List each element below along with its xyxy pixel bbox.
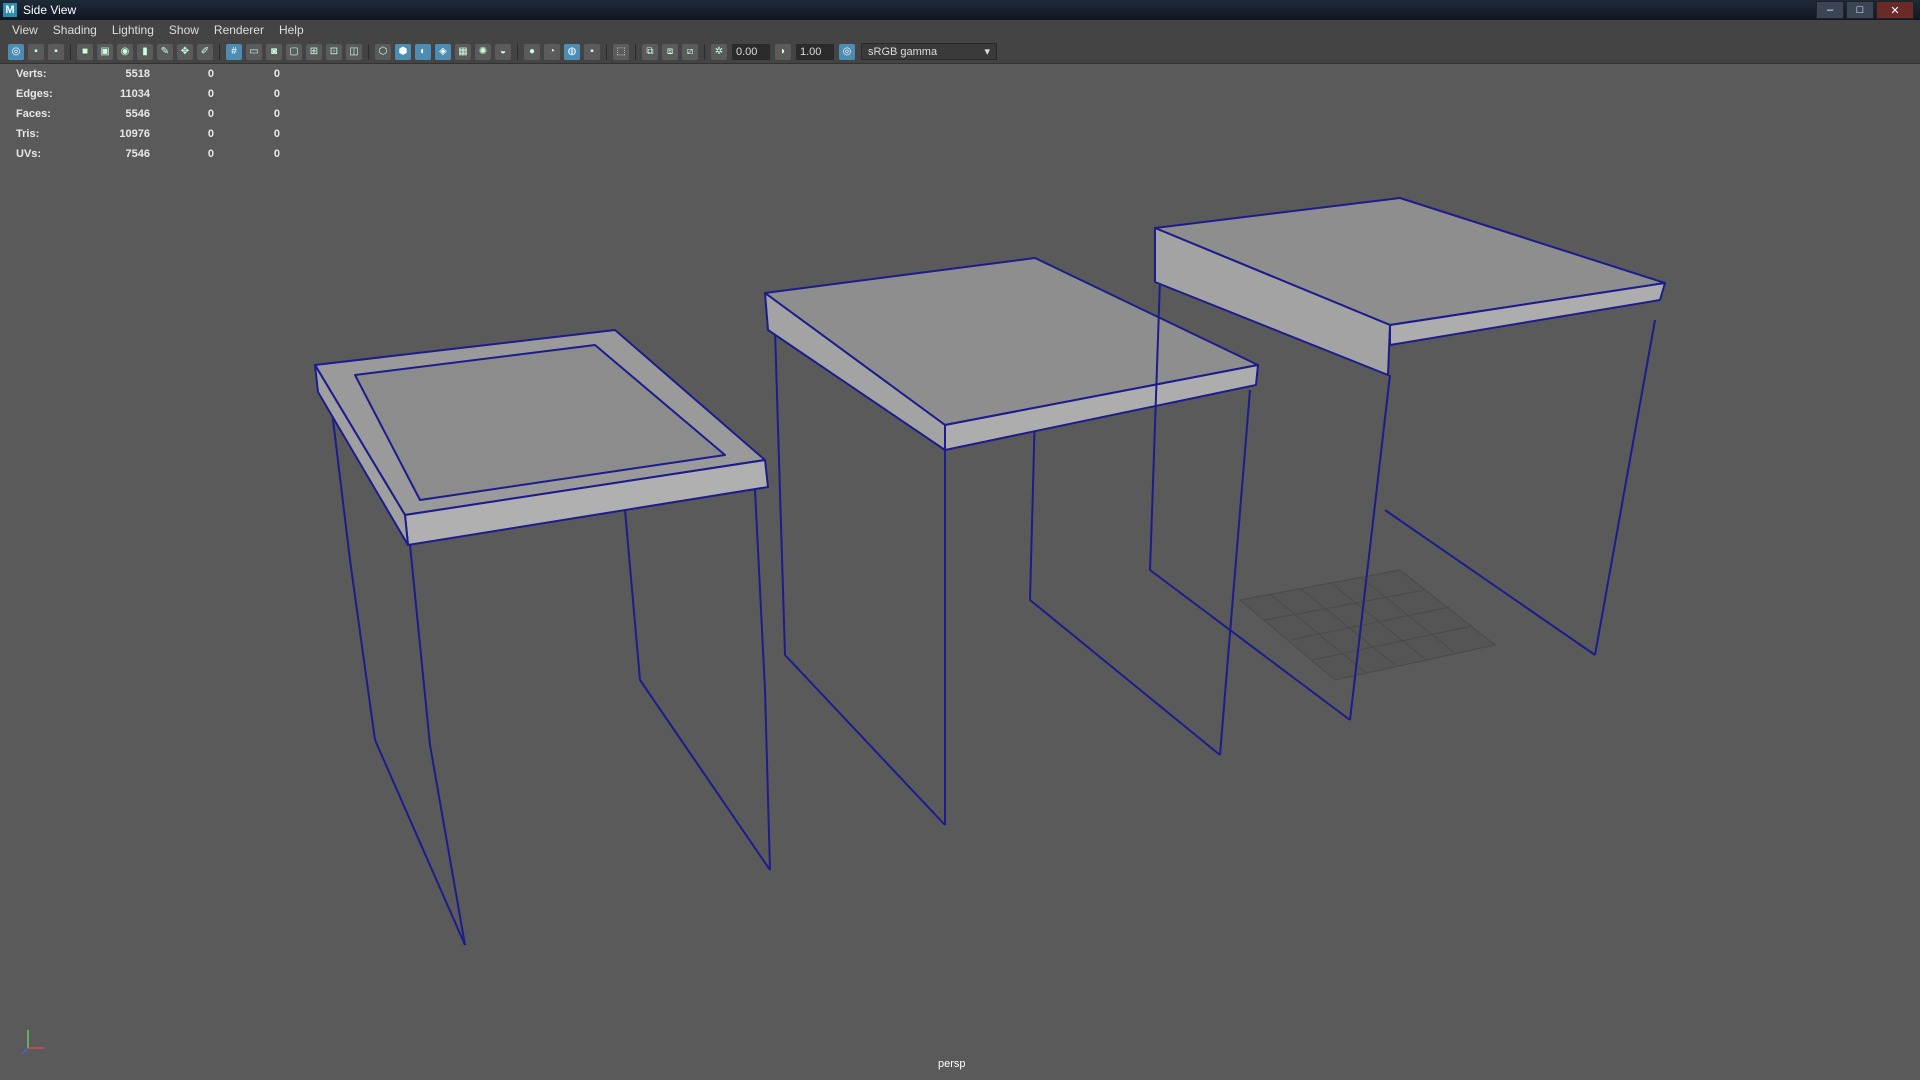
toolbar-divider bbox=[70, 43, 71, 60]
wireframe-on-shaded-icon[interactable]: ◈ bbox=[435, 43, 451, 60]
toolbar-divider bbox=[219, 43, 220, 60]
maximize-button[interactable]: □ bbox=[1846, 1, 1874, 19]
shadows-icon[interactable]: ◒ bbox=[495, 43, 511, 60]
bookmark-icon[interactable]: ▪ bbox=[48, 43, 64, 60]
close-button[interactable]: ✕ bbox=[1876, 1, 1914, 19]
xray-components-icon[interactable]: ⧄ bbox=[682, 43, 698, 60]
menu-lighting[interactable]: Lighting bbox=[106, 23, 163, 37]
viewport[interactable] bbox=[0, 66, 1920, 1080]
safe-title-icon[interactable]: ◫ bbox=[346, 43, 362, 60]
depth-of-field-icon[interactable]: ▪ bbox=[584, 43, 600, 60]
smooth-shade-icon[interactable]: ⬢ bbox=[395, 43, 411, 60]
film-gate-icon[interactable]: ▭ bbox=[246, 43, 262, 60]
panel-toolbar: ◎ ▪ ▪ ■ ▣ ◉ ▮ ✎ ✥ ✐ # ▭ ◙ ▢ ⊞ ⊡ ◫ ⬡ ⬢ ◐ … bbox=[0, 40, 1920, 64]
wireframe-icon[interactable]: ⬡ bbox=[375, 43, 391, 60]
menu-bar: View Shading Lighting Show Renderer Help bbox=[0, 20, 1920, 40]
camera-name-label: persp bbox=[938, 1058, 966, 1070]
chevron-down-icon: ▾ bbox=[984, 46, 990, 58]
gamma-field[interactable]: 1.00 bbox=[796, 43, 834, 60]
toolbar-divider bbox=[704, 43, 705, 60]
toolbar-divider bbox=[368, 43, 369, 60]
xray-icon[interactable]: ⧉ bbox=[642, 43, 658, 60]
grid-icon[interactable]: # bbox=[226, 43, 242, 60]
color-space-value: sRGB gamma bbox=[868, 45, 938, 58]
menu-view[interactable]: View bbox=[6, 23, 47, 37]
window-title: Side View bbox=[23, 3, 77, 17]
grease-pencil-icon[interactable]: ✎ bbox=[157, 43, 173, 60]
gate-mask-icon[interactable]: ▢ bbox=[286, 43, 302, 60]
color-space-dropdown[interactable]: sRGB gamma ▾ bbox=[861, 43, 997, 60]
toolbar-divider bbox=[517, 43, 518, 60]
resolution-gate-icon[interactable]: ◙ bbox=[266, 43, 282, 60]
title-bar: M Side View – □ ✕ bbox=[0, 0, 1920, 20]
menu-renderer[interactable]: Renderer bbox=[208, 23, 273, 37]
ambient-occlusion-icon[interactable]: ● bbox=[524, 43, 540, 60]
menu-shading[interactable]: Shading bbox=[47, 23, 106, 37]
minimize-button[interactable]: – bbox=[1816, 1, 1844, 19]
image-plane-icon[interactable]: ▣ bbox=[97, 43, 113, 60]
lock-camera-icon[interactable]: ▪ bbox=[28, 43, 44, 60]
exposure-field[interactable]: 0.00 bbox=[732, 43, 770, 60]
textured-icon[interactable]: ▦ bbox=[455, 43, 471, 60]
default-material-icon[interactable]: ◐ bbox=[415, 43, 431, 60]
menu-show[interactable]: Show bbox=[163, 23, 208, 37]
table-tray[interactable] bbox=[314, 329, 771, 946]
maya-icon: M bbox=[3, 3, 17, 17]
brush-icon[interactable]: ✐ bbox=[197, 43, 213, 60]
camera-bookmark-icon[interactable]: ◉ bbox=[117, 43, 133, 60]
camera-attributes-icon[interactable]: ■ bbox=[77, 43, 93, 60]
toolbar-divider bbox=[635, 43, 636, 60]
motion-blur-icon[interactable]: ◔ bbox=[544, 43, 560, 60]
xray-joints-icon[interactable]: ⧈ bbox=[662, 43, 678, 60]
menu-help[interactable]: Help bbox=[273, 23, 313, 37]
lights-icon[interactable]: ✺ bbox=[475, 43, 491, 60]
exposure-icon[interactable]: ✲ bbox=[711, 43, 727, 60]
select-camera-icon[interactable]: ◎ bbox=[8, 43, 24, 60]
snap-icon[interactable]: ✥ bbox=[177, 43, 193, 60]
color-management-icon[interactable]: ◎ bbox=[839, 43, 855, 60]
two-d-pan-icon[interactable]: ▮ bbox=[137, 43, 153, 60]
safe-action-icon[interactable]: ⊡ bbox=[326, 43, 342, 60]
axis-gizmo-icon bbox=[21, 1030, 44, 1055]
field-chart-icon[interactable]: ⊞ bbox=[306, 43, 322, 60]
ground-grid bbox=[1238, 569, 1497, 681]
anti-aliasing-icon[interactable]: ◍ bbox=[564, 43, 580, 60]
isolate-select-icon[interactable]: ⬚ bbox=[613, 43, 629, 60]
window-controls: – □ ✕ bbox=[1816, 1, 1914, 19]
table-middle[interactable] bbox=[764, 257, 1259, 826]
gamma-icon[interactable]: ◗ bbox=[775, 43, 791, 60]
toolbar-divider bbox=[606, 43, 607, 60]
